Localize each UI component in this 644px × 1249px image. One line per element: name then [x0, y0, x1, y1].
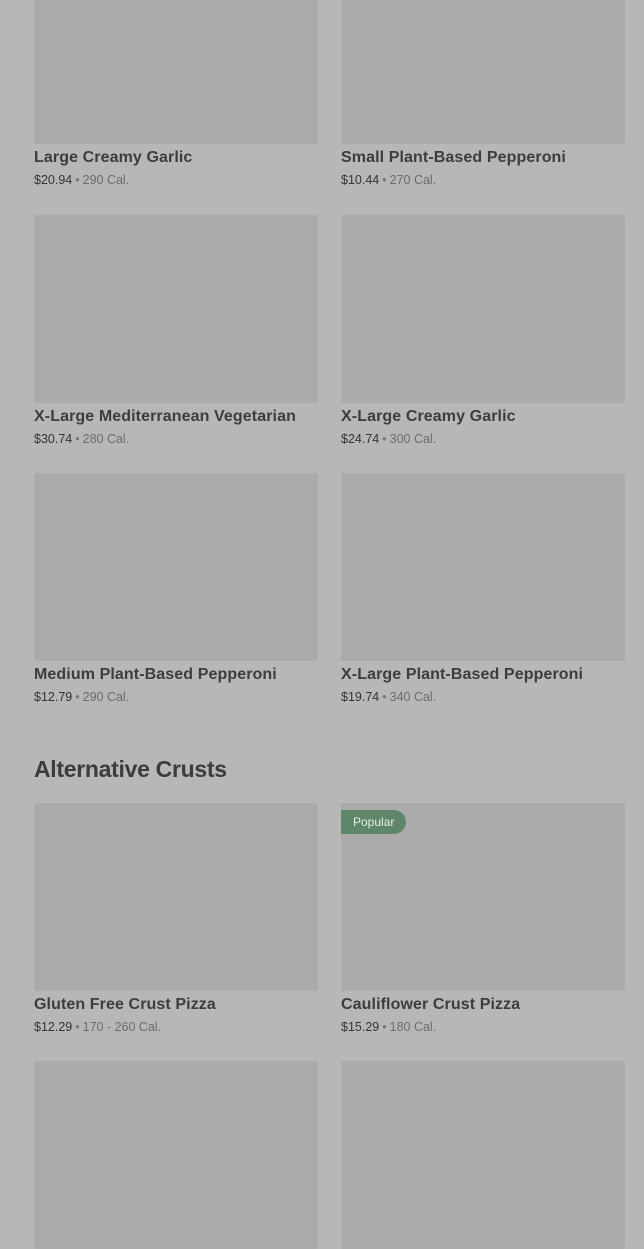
menu-item-name[interactable]: Gluten Free Crust Pizza	[34, 996, 318, 1014]
separator-dot: •	[75, 1020, 80, 1034]
separator-dot: •	[75, 432, 80, 446]
menu-item-image[interactable]	[34, 1061, 318, 1249]
menu-item-price: $12.29	[34, 1020, 73, 1034]
menu-item-meta: $20.94 • 290 Cal.	[34, 173, 318, 187]
menu-item-calories: 290 Cal.	[82, 690, 130, 704]
menu-item-card[interactable]: Small Plant-Based Pepperoni $10.44 • 270 C…	[341, 0, 625, 187]
menu-item-price: $24.74	[341, 432, 380, 446]
menu-item-image[interactable]	[341, 473, 625, 661]
menu-item-card[interactable]	[341, 1061, 625, 1249]
menu-item-image[interactable]	[341, 1061, 625, 1249]
menu-item-image[interactable]	[34, 803, 318, 991]
menu-item-image[interactable]	[34, 215, 318, 403]
menu-item-meta: $12.29 • 170 - 260 Cal.	[34, 1020, 318, 1034]
menu-item-meta: $15.29 • 180 Cal.	[341, 1020, 625, 1034]
menu-item-card[interactable]: X-Large Plant-Based Pepperoni $19.74 • 340…	[341, 473, 625, 704]
menu-item-calories: 180 Cal.	[389, 1020, 437, 1034]
menu-item-name[interactable]: Large Creamy Garlic	[34, 149, 318, 167]
menu-item-calories: 280 Cal.	[82, 432, 130, 446]
menu-page: Large Creamy Garlic $20.94 • 290 Cal. Smal…	[0, 0, 644, 1249]
menu-item-price: $15.29	[341, 1020, 380, 1034]
separator-dot: •	[75, 690, 80, 704]
menu-item-image[interactable]: Popular	[341, 803, 625, 991]
menu-item-price: $30.74	[34, 432, 73, 446]
section-title: Alternative Crusts	[34, 756, 227, 782]
menu-item-name[interactable]: Small Plant-Based Pepperoni	[341, 149, 625, 167]
menu-item-name[interactable]: X-Large Creamy Garlic	[341, 408, 625, 426]
menu-item-calories: 290 Cal.	[82, 173, 130, 187]
menu-item-name[interactable]: X-Large Mediterranean Vegetarian	[34, 408, 318, 426]
separator-dot: •	[382, 173, 387, 187]
menu-item-calories: 340 Cal.	[389, 690, 437, 704]
separator-dot: •	[382, 690, 387, 704]
separator-dot: •	[382, 1020, 387, 1034]
menu-item-calories: 270 Cal.	[389, 173, 437, 187]
menu-item-price: $10.44	[341, 173, 380, 187]
menu-item-card[interactable]: Medium Plant-Based Pepperoni $12.79 • 290 …	[34, 473, 318, 704]
separator-dot: •	[382, 432, 387, 446]
menu-item-price: $19.74	[341, 690, 380, 704]
menu-item-meta: $24.74 • 300 Cal.	[341, 432, 625, 446]
menu-item-name[interactable]: Medium Plant-Based Pepperoni	[34, 666, 318, 684]
menu-item-image[interactable]	[341, 0, 625, 144]
separator-dot: •	[75, 173, 80, 187]
menu-item-calories: 170 - 260 Cal.	[82, 1020, 162, 1034]
menu-item-name[interactable]: X-Large Plant-Based Pepperoni	[341, 666, 625, 684]
menu-item-card[interactable]: Popular Cauliflower Crust Pizza $15.29 • 1…	[341, 803, 625, 1034]
menu-item-meta: $30.74 • 280 Cal.	[34, 432, 318, 446]
popular-badge: Popular	[341, 810, 407, 834]
menu-item-card[interactable]: X-Large Creamy Garlic $24.74 • 300 Cal.	[341, 215, 625, 446]
menu-item-image[interactable]	[34, 0, 318, 144]
menu-item-image[interactable]	[341, 215, 625, 403]
menu-item-card[interactable]	[34, 1061, 318, 1249]
menu-item-name[interactable]: Cauliflower Crust Pizza	[341, 996, 625, 1014]
menu-item-price: $20.94	[34, 173, 73, 187]
menu-item-card[interactable]: Large Creamy Garlic $20.94 • 290 Cal.	[34, 0, 318, 187]
menu-item-calories: 300 Cal.	[389, 432, 437, 446]
menu-item-meta: $12.79 • 290 Cal.	[34, 690, 318, 704]
menu-item-image[interactable]	[34, 473, 318, 661]
menu-item-card[interactable]: X-Large Mediterranean Vegetarian $30.74 •…	[34, 215, 318, 446]
menu-item-meta: $19.74 • 340 Cal.	[341, 690, 625, 704]
menu-item-price: $12.79	[34, 690, 73, 704]
menu-item-card[interactable]: Gluten Free Crust Pizza $12.29 • 170 - 260…	[34, 803, 318, 1034]
menu-item-meta: $10.44 • 270 Cal.	[341, 173, 625, 187]
